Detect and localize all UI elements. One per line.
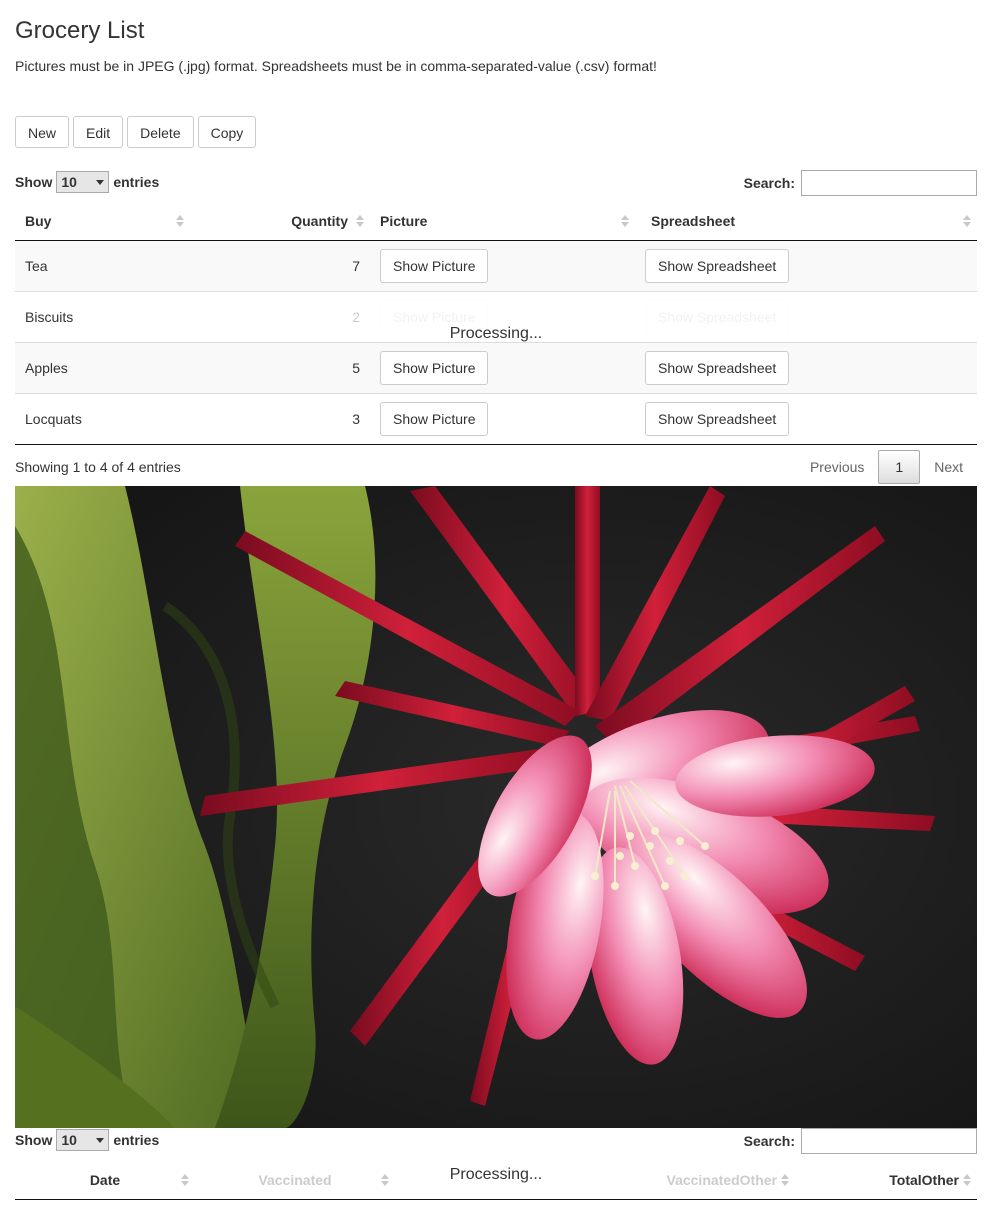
table-row[interactable]: Locquats 3 Show Picture Show Spreadsheet <box>15 394 977 445</box>
show-label: Show <box>15 174 53 190</box>
search-input[interactable] <box>801 170 977 196</box>
new-button[interactable]: New <box>15 116 70 148</box>
entries-length-control: Show 10 entries <box>15 171 159 193</box>
entries-per-page-value: 10 <box>61 174 77 190</box>
table-info: Showing 1 to 4 of 4 entries <box>15 459 181 475</box>
show-spreadsheet-button[interactable]: Show Spreadsheet <box>645 351 790 385</box>
search-control: Search: <box>744 170 977 196</box>
search-label: Search: <box>743 1133 795 1149</box>
next-page-button[interactable]: Next <box>920 450 977 484</box>
copy-button[interactable]: Copy <box>197 116 257 148</box>
previous-page-button[interactable]: Previous <box>796 450 878 484</box>
buy-cell: Tea <box>25 258 48 274</box>
search-control-2: Search: <box>744 1128 977 1154</box>
search-input[interactable] <box>801 1128 977 1154</box>
column-header-picture[interactable]: Picture <box>370 201 635 240</box>
column-header-picture-label: Picture <box>380 212 428 229</box>
show-label: Show <box>15 1132 53 1148</box>
buy-cell: Locquats <box>25 411 82 427</box>
show-spreadsheet-button[interactable]: Show Spreadsheet <box>645 249 790 283</box>
column-header-quantity-label: Quantity <box>291 212 348 229</box>
entries-label: entries <box>113 174 160 190</box>
sort-icon <box>356 214 364 227</box>
search-label: Search: <box>743 175 795 191</box>
column-header-quantity[interactable]: Quantity <box>190 201 370 240</box>
processing-indicator: Processing... <box>449 325 543 342</box>
quantity-cell: 3 <box>352 411 360 427</box>
entries-label: entries <box>113 1132 160 1148</box>
delete-button[interactable]: Delete <box>127 116 194 148</box>
column-header-buy[interactable]: Buy <box>15 201 190 240</box>
quantity-cell: 2 <box>352 309 360 325</box>
chevron-down-icon <box>96 1137 105 1143</box>
show-picture-button[interactable]: Show Picture <box>380 351 489 385</box>
edit-button[interactable]: Edit <box>73 116 124 148</box>
entries-per-page-value: 10 <box>61 1132 77 1148</box>
show-picture-button[interactable]: Show Picture <box>380 249 489 283</box>
quantity-cell: 7 <box>352 258 360 274</box>
sort-icon <box>621 214 629 227</box>
sort-icon <box>963 214 971 227</box>
page-title: Grocery List <box>15 17 145 44</box>
column-header-spreadsheet[interactable]: Spreadsheet <box>635 201 977 240</box>
quantity-cell: 5 <box>352 360 360 376</box>
entries-length-control-2: Show 10 entries <box>15 1129 159 1151</box>
table-header: Buy Quantity Picture Spreadsheet <box>15 201 977 241</box>
entries-per-page-select[interactable]: 10 <box>56 1129 110 1151</box>
flower-photo <box>15 486 977 1128</box>
sort-icon <box>176 214 184 227</box>
processing-indicator-2: Processing... <box>449 1166 543 1183</box>
table-row[interactable]: Tea 7 Show Picture Show Spreadsheet <box>15 241 977 292</box>
flower-photo-graphic <box>15 486 977 1128</box>
format-instructions: Pictures must be in JPEG (.jpg) format. … <box>15 58 657 74</box>
entries-per-page-select[interactable]: 10 <box>56 171 110 193</box>
page-1-button[interactable]: 1 <box>878 450 921 484</box>
column-header-spreadsheet-label: Spreadsheet <box>651 212 736 229</box>
show-spreadsheet-button[interactable]: Show Spreadsheet <box>645 402 790 436</box>
column-header-buy-label: Buy <box>25 212 52 229</box>
table-row[interactable]: Apples 5 Show Picture Show Spreadsheet <box>15 343 977 394</box>
buy-cell: Apples <box>25 360 68 376</box>
show-picture-button[interactable]: Show Picture <box>380 402 489 436</box>
pagination: Previous 1 Next <box>796 450 977 484</box>
buy-cell: Biscuits <box>25 309 74 325</box>
toolbar: New Edit Delete Copy <box>15 116 257 148</box>
grocery-table: Buy Quantity Picture Spreadsheet Tea 7 S… <box>15 201 977 445</box>
chevron-down-icon <box>96 179 105 185</box>
